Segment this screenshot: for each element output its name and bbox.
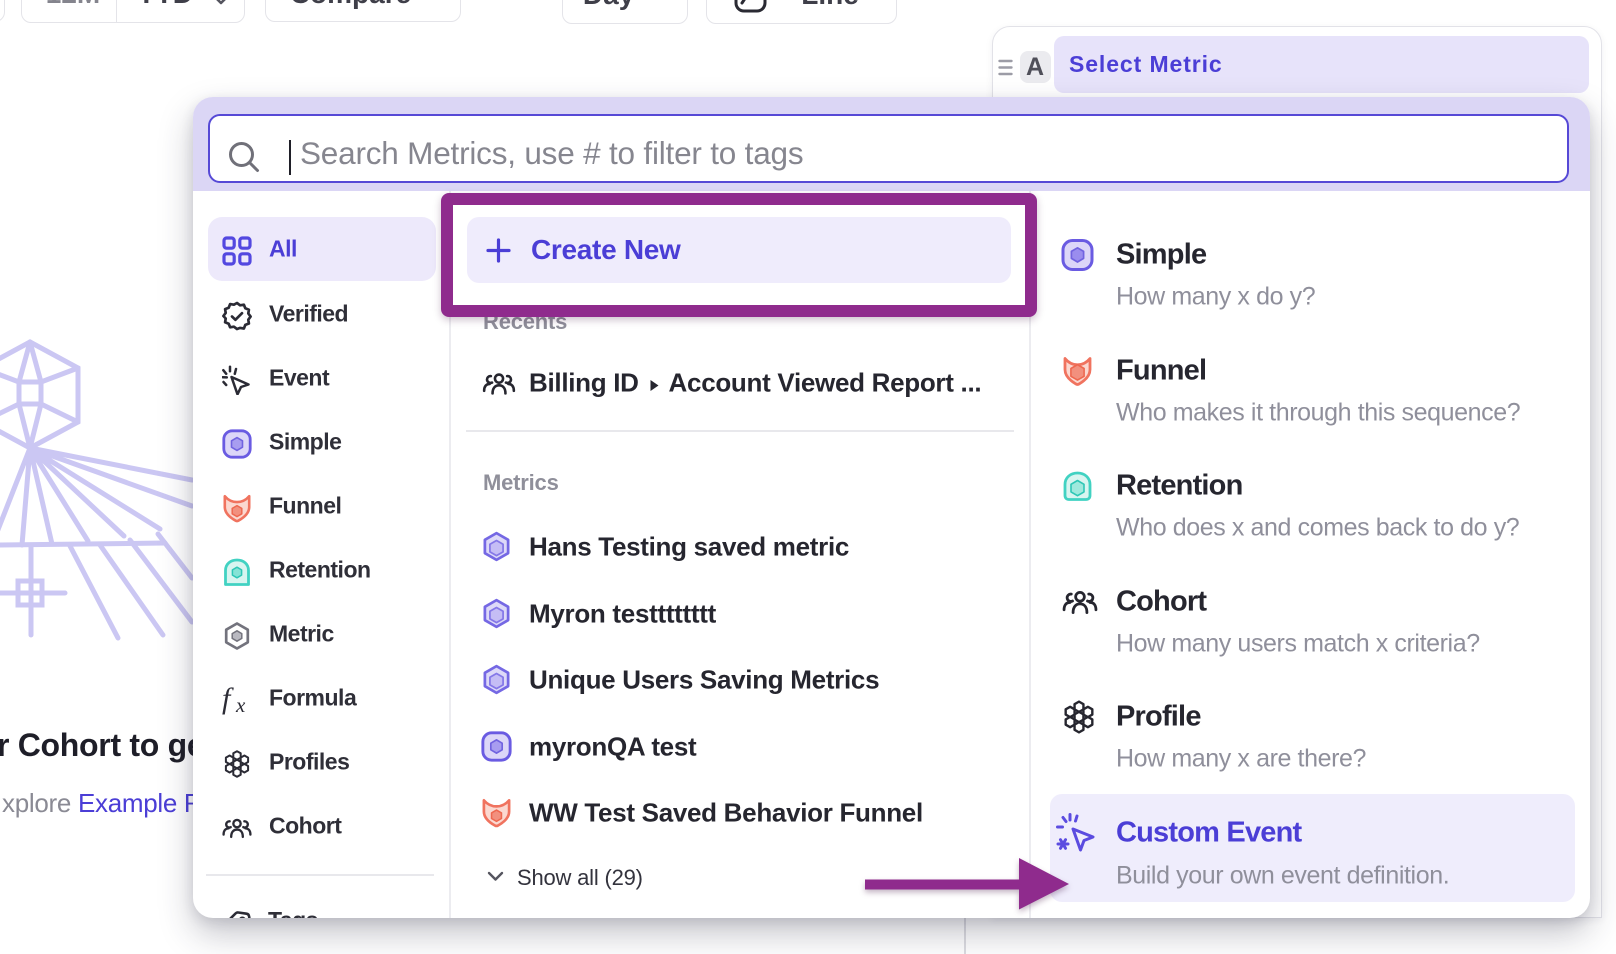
svg-text:x: x: [235, 693, 246, 715]
svg-text:f: f: [222, 685, 234, 715]
